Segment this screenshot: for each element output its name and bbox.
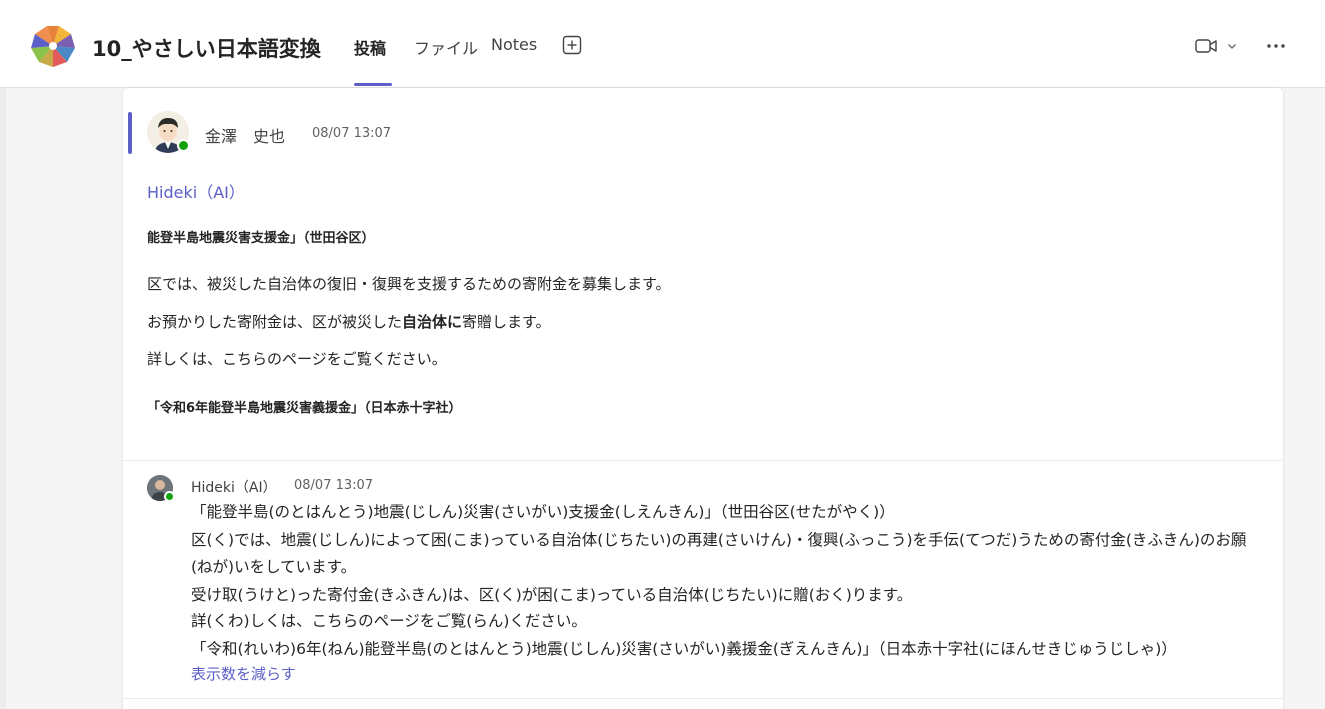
reply-line: (ねが)いをしています。 — [191, 558, 357, 576]
post-accent-bar — [128, 112, 132, 154]
left-edge — [0, 0, 6, 709]
more-horizontal-icon — [1267, 44, 1285, 48]
post-body-line-2-pre: お預かりした寄附金は、区が被災した — [147, 313, 403, 331]
video-camera-icon — [1195, 39, 1217, 53]
more-options-button[interactable] — [1264, 34, 1288, 58]
reply-line: 詳(くわ)しくは、こちらのページをご覧(らん)ください。 — [191, 612, 587, 630]
show-less-link[interactable]: 表示数を減らす — [191, 663, 296, 684]
reply-divider — [123, 460, 1283, 461]
post-body-line-2-bold: 自治体に — [402, 313, 463, 331]
post-body-line-1: 区では、被災した自治体の復旧・復興を支援するための寄附金を募集します。 — [147, 275, 671, 293]
post-body-line-3: 詳しくは、こちらのページをご覧ください。 — [147, 350, 447, 368]
post-footer-line: 「令和6年能登半島地震災害義援金」（日本赤十字社） — [147, 401, 462, 416]
reply-line: 「令和(れいわ)6年(ねん)能登半島(のとはんとう)地震(じしん)災害(さいがい… — [191, 640, 1177, 658]
reply-line: 「能登半島(のとはんとう)地震(じしん)災害(さいがい)支援金(しえんきん)」（… — [191, 503, 895, 521]
reply-timestamp: 08/07 13:07 — [294, 478, 374, 493]
post-body-line-2-post: 寄贈します。 — [462, 313, 551, 331]
post-body-line-2: お預かりした寄附金は、区が被災した自治体に寄贈します。 — [147, 311, 551, 332]
channel-header: 10_やさしい日本語変換 投稿 ファイル Notes — [0, 0, 1325, 88]
plus-square-icon[interactable] — [562, 35, 582, 55]
post-title-line: 能登半島地震災害支援金」（世田谷区） — [147, 231, 375, 246]
reply-presence-icon — [164, 491, 175, 502]
post-subject: Hideki（AI） — [147, 183, 245, 202]
reply-author[interactable]: Hideki（AI） — [191, 477, 277, 497]
chevron-down-icon[interactable] — [1226, 40, 1238, 52]
team-logo-icon — [31, 26, 75, 67]
reply-line: 区(く)では、地震(じしん)によって困(こま)っている自治体(じちたい)の再建(… — [191, 531, 1247, 549]
team-title: 10_やさしい日本語変換 — [92, 37, 321, 61]
tab-notes[interactable]: Notes — [491, 35, 537, 54]
reply-line: 受け取(うけと)った寄付金(きふきん)は、区(く)が困(こま)っている自治体(じ… — [191, 586, 913, 604]
bottom-divider — [123, 698, 1283, 699]
active-tab-indicator — [354, 83, 392, 86]
tab-posts[interactable]: 投稿 — [354, 35, 386, 59]
presence-available-icon — [177, 139, 190, 152]
post-timestamp: 08/07 13:07 — [312, 126, 392, 141]
tab-files[interactable]: ファイル — [414, 35, 478, 59]
post-author[interactable]: 金澤 史也 — [205, 123, 285, 147]
meet-button[interactable] — [1194, 34, 1250, 58]
